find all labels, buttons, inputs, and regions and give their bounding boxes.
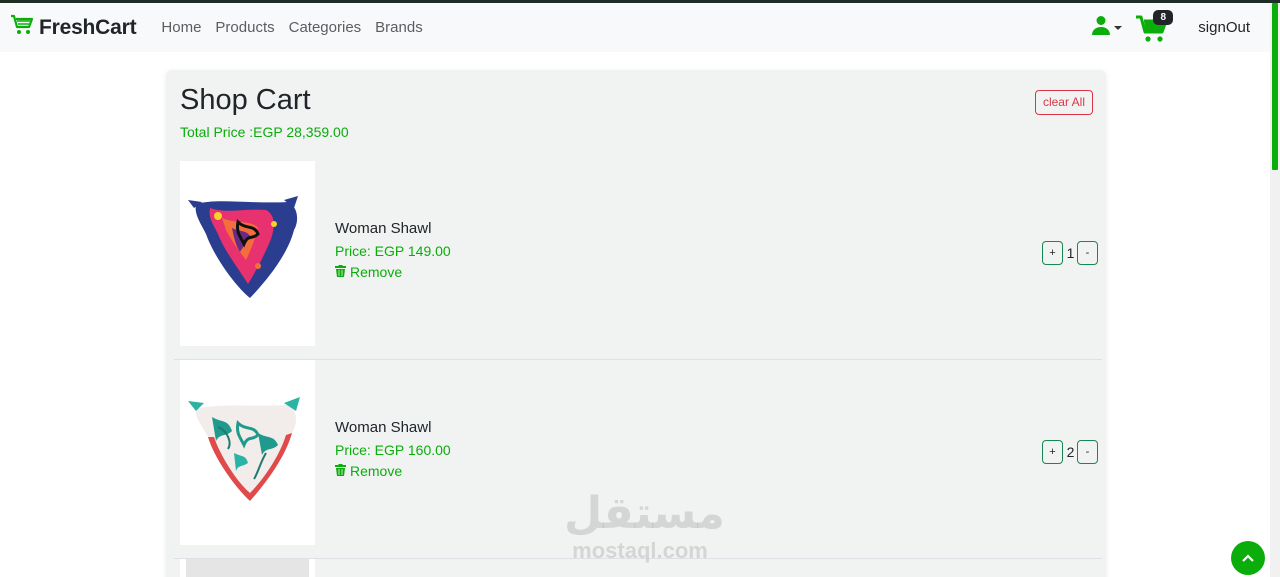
chevron-up-icon [1242, 549, 1254, 567]
nav-links: Home Products Categories Brands [161, 19, 436, 36]
trash-icon [335, 264, 350, 280]
increase-quantity-button[interactable]: + [1042, 440, 1063, 464]
product-price: Price: EGP 160.00 [335, 442, 451, 458]
navbar: FreshCart Home Products Categories Brand… [0, 3, 1270, 52]
brand-name: FreshCart [39, 15, 137, 39]
clear-all-button[interactable]: clear All [1034, 90, 1093, 115]
remove-label: Remove [350, 463, 403, 479]
nav-link-brands[interactable]: Brands [375, 19, 423, 36]
cart-item: Woman Shawl Price: EGP 160.00 Remove + 2… [174, 360, 1102, 559]
nav-link-home[interactable]: Home [161, 19, 201, 36]
increase-quantity-button[interactable]: + [1042, 241, 1063, 265]
product-image [180, 559, 315, 577]
product-name: Woman Shawl [335, 220, 432, 237]
signout-link[interactable]: signOut [1198, 19, 1250, 36]
brand[interactable]: FreshCart [10, 14, 137, 41]
quantity-stepper: + 1 - [1042, 241, 1098, 265]
decrease-quantity-button[interactable]: - [1077, 440, 1098, 464]
cart-count-badge: 8 [1153, 9, 1174, 25]
chevron-down-icon [1114, 25, 1123, 30]
scrollbar-thumb[interactable] [1272, 3, 1278, 170]
nav-right: 8 signOut [1091, 3, 1250, 52]
item-info: Woman Shawl Price: EGP 149.00 Remove [335, 220, 451, 280]
total-price: Total Price :EGP 28,359.00 [180, 124, 349, 140]
user-dropdown[interactable] [1091, 15, 1123, 40]
remove-button[interactable]: Remove [335, 264, 451, 280]
quantity-value: 2 [1066, 444, 1075, 460]
item-info: Woman Shawl Price: EGP 160.00 Remove [335, 419, 451, 479]
nav-link-products[interactable]: Products [215, 19, 274, 36]
page-title: Shop Cart [180, 84, 311, 116]
product-image [180, 161, 315, 346]
product-image [180, 360, 315, 545]
product-name: Woman Shawl [335, 419, 432, 436]
decrease-quantity-button[interactable]: - [1077, 241, 1098, 265]
remove-button[interactable]: Remove [335, 463, 451, 479]
trash-icon [335, 463, 350, 479]
product-price: Price: EGP 149.00 [335, 243, 451, 259]
nav-link-categories[interactable]: Categories [289, 19, 362, 36]
shopping-cart-icon [10, 14, 34, 41]
cart-card: Shop Cart Total Price :EGP 28,359.00 cle… [166, 70, 1106, 577]
remove-label: Remove [350, 264, 403, 280]
cart-item: Woman Shawl Price: EGP 149.00 Remove + 1… [174, 161, 1102, 360]
cart-link[interactable]: 8 [1136, 9, 1174, 43]
quantity-value: 1 [1066, 245, 1075, 261]
product-image-placeholder [186, 559, 309, 577]
scroll-to-top-button[interactable] [1231, 541, 1265, 575]
quantity-stepper: + 2 - [1042, 440, 1098, 464]
user-icon [1091, 15, 1111, 40]
